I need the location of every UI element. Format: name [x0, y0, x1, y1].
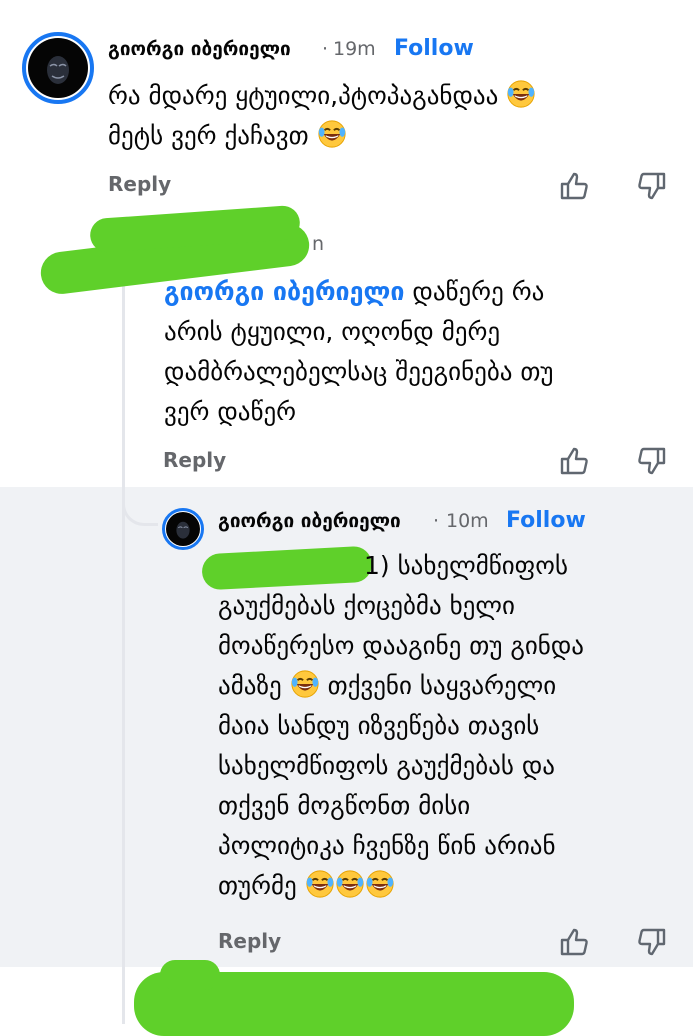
- comment-line: თურმე: [218, 871, 297, 900]
- comment-time: n: [312, 233, 325, 255]
- thumbs-down-icon[interactable]: [636, 170, 668, 202]
- avatar[interactable]: [22, 32, 94, 104]
- comment-line: მეტს ვერ ქაჩავთ: [108, 121, 309, 150]
- comment-time[interactable]: 10m: [446, 510, 489, 532]
- follow-button[interactable]: Follow: [506, 508, 586, 533]
- laughing-tears-emoji: [506, 79, 536, 109]
- comment-text: გიორგი იბერიელი დაწერე რა არის ტყუილი, ო…: [164, 272, 674, 432]
- comment-text: 1) სახელმწიფოს გაუქმებას ქოცებმა ხელი მო…: [218, 546, 678, 906]
- mention-link[interactable]: გიორგი იბერიელი: [164, 277, 404, 306]
- redaction-scribble: [160, 960, 220, 990]
- comment-line: მაია სანდუ იზვეწება თავის: [218, 711, 540, 740]
- thread-connector-line: [122, 285, 125, 1024]
- follow-button[interactable]: Follow: [394, 36, 474, 61]
- separator-dot: ·: [433, 510, 440, 532]
- comment-line: ვერ დაწერ: [164, 397, 297, 426]
- comment-line: სახელმწიფოს გაუქმებას და: [218, 751, 555, 780]
- comment-line: დაწერე რა: [412, 277, 545, 306]
- thumbs-up-icon[interactable]: [558, 926, 590, 958]
- comment-time[interactable]: 19m: [333, 38, 376, 60]
- comment-line: პოლიტიკა ჩვენზე წინ არიან: [218, 831, 556, 860]
- masked-face-icon: [47, 56, 69, 84]
- thumbs-down-icon[interactable]: [636, 926, 668, 958]
- comment-line: გაუქმებას ქოცებმა ხელი: [218, 591, 515, 620]
- comment-line: თქვენ მოგწონთ მისი: [218, 791, 471, 820]
- reply-button[interactable]: Reply: [218, 929, 281, 953]
- comment-line: მოაწერესო დააგინე თუ გინდა: [218, 631, 585, 660]
- comment-line: არის ტყუილი, ოღონდ მერე: [164, 317, 501, 346]
- laughing-tears-emoji: [365, 869, 395, 899]
- comment-line: ამაზე: [218, 671, 282, 700]
- comment-author[interactable]: გიორგი იბერიელი: [218, 510, 401, 532]
- laughing-tears-emoji: [305, 869, 335, 899]
- thumbs-down-icon[interactable]: [636, 445, 668, 477]
- thumbs-up-icon[interactable]: [558, 445, 590, 477]
- reply-button[interactable]: Reply: [163, 448, 226, 472]
- laughing-tears-emoji: [317, 119, 347, 149]
- comment-line: 1) სახელმწიფოს: [364, 551, 569, 580]
- avatar[interactable]: [162, 508, 204, 550]
- separator-dot: ·: [322, 38, 329, 60]
- comment-line: თქვენი საყვარელი: [327, 671, 557, 700]
- comment-line: რა მდარე ყტუილი,პტოპაგანდაა: [108, 81, 499, 110]
- reply-button[interactable]: Reply: [108, 172, 171, 196]
- laughing-tears-emoji: [335, 869, 365, 899]
- thumbs-up-icon[interactable]: [558, 170, 590, 202]
- masked-face-icon: [176, 521, 190, 539]
- comment-line: დამბრალებელსაც შეეგინება თუ: [164, 357, 554, 386]
- laughing-tears-emoji: [290, 669, 320, 699]
- comment-text: რა მდარე ყტუილი,პტოპაგანდაა მეტს ვერ ქაჩ…: [108, 76, 668, 156]
- comment-author[interactable]: გიორგი იბერიელი: [108, 38, 291, 60]
